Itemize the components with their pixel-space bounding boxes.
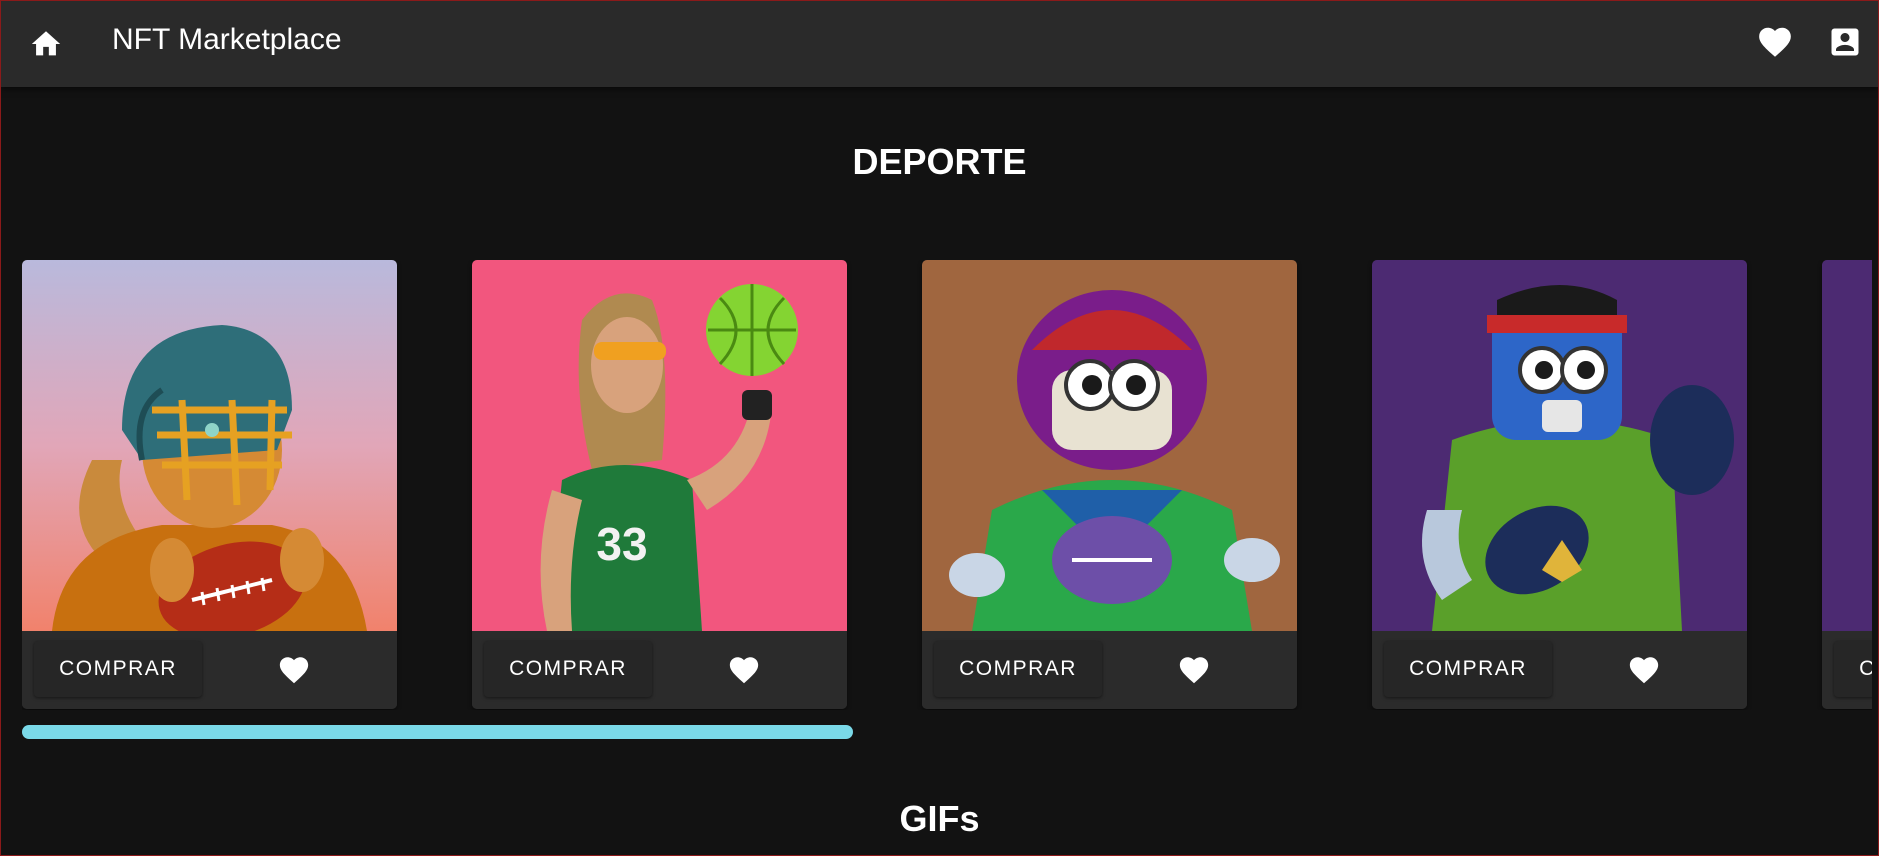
nft-image-robot-football-player[interactable] [922, 260, 1297, 631]
buy-button[interactable]: COMPRAR [484, 641, 652, 697]
app-bar: NFT Marketplace [1, 1, 1878, 87]
card-actions: COMPRAR [1822, 631, 1872, 709]
heart-icon [1179, 657, 1209, 684]
like-button[interactable] [1624, 650, 1664, 690]
card-actions: COMPRAR [22, 631, 397, 709]
buy-button[interactable]: COMPRAR [1834, 641, 1872, 697]
card-actions: COMPRAR [472, 631, 847, 709]
nft-image-robot-boxer[interactable] [1372, 260, 1747, 631]
page: NFT Marketplace DEPORTE COMPRAR 33 COMPR… [0, 0, 1879, 856]
svg-text:33: 33 [596, 518, 647, 570]
buy-button[interactable]: COMPRAR [934, 641, 1102, 697]
home-icon [31, 31, 61, 56]
like-button[interactable] [1174, 650, 1214, 690]
heart-icon [279, 657, 309, 684]
home-button[interactable] [27, 25, 65, 63]
buy-button[interactable]: COMPRAR [34, 641, 202, 697]
section-title-deporte: DEPORTE [852, 141, 1027, 182]
app-title: NFT Marketplace [112, 23, 342, 56]
buy-button[interactable]: COMPRAR [1384, 641, 1552, 697]
favorites-button[interactable] [1754, 21, 1796, 63]
like-button[interactable] [724, 650, 764, 690]
section-title-gifs: GIFs [899, 798, 980, 839]
nft-image-lion-football-player[interactable] [22, 260, 397, 631]
heart-icon [729, 657, 759, 684]
heart-icon [1629, 657, 1659, 684]
nft-image-basketball-player[interactable]: 33 [472, 260, 847, 631]
nft-card: 33 COMPRAR [472, 260, 847, 709]
account-box-icon [1831, 28, 1859, 56]
nft-card-partial: COMPRAR [1822, 260, 1872, 709]
heart-icon [1759, 27, 1791, 57]
nft-image-partial[interactable] [1822, 260, 1872, 631]
nft-card: COMPRAR [1372, 260, 1747, 709]
card-actions: COMPRAR [1372, 631, 1747, 709]
nft-carousel[interactable]: COMPRAR 33 COMPRAR COMPRAR COMPRAR [22, 260, 1872, 710]
account-button[interactable] [1824, 21, 1866, 63]
like-button[interactable] [274, 650, 314, 690]
card-actions: COMPRAR [922, 631, 1297, 709]
nft-card: COMPRAR [22, 260, 397, 709]
nft-card: COMPRAR [922, 260, 1297, 709]
carousel-scrollbar[interactable] [22, 725, 853, 739]
